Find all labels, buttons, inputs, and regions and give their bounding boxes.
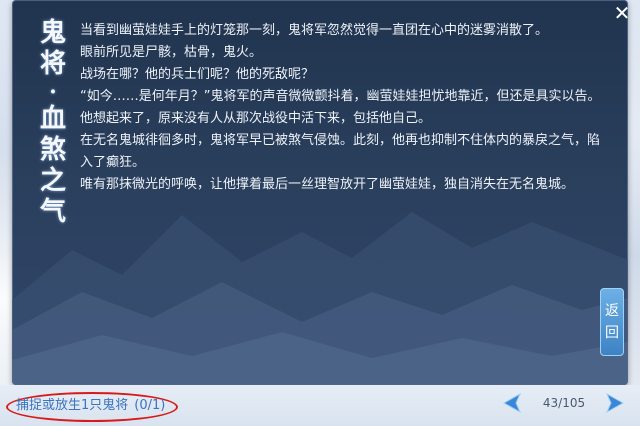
title-char: 气 (39, 197, 66, 227)
close-button[interactable]: ✕ (611, 2, 633, 24)
back-button-label: 回 (605, 325, 619, 341)
title-char: 将 (39, 49, 66, 79)
arrow-left-icon (502, 392, 522, 414)
title-char: 之 (39, 166, 66, 196)
story-paragraph: 唯有那抹微光的呼唤，让他撑着最后一丝理智放开了幽萤娃娃，独自消失在无名鬼城。 (80, 177, 575, 192)
quest-link[interactable]: 捕捉或放生1只鬼将 (0/1) (16, 396, 165, 416)
page-indicator: 43/105 (542, 396, 586, 410)
quest-progress: (0/1) (134, 398, 166, 413)
story-paragraph: 他想起来了，原来没有人从那次战役中活下来，包括他自己。 (80, 111, 432, 126)
back-button[interactable]: 返 回 (600, 288, 624, 356)
back-button-label: 返 (605, 303, 619, 319)
quest-description: 捕捉或放生1只鬼将 (16, 398, 129, 413)
story-paragraph: 战场在哪？他的兵士们呢？他的死敌呢？ (80, 67, 315, 82)
title-char: · (49, 79, 57, 105)
title-char: 血 (39, 104, 66, 134)
story-text: 当看到幽萤娃娃手上的灯笼那一刻，鬼将军忽然觉得一直团在心中的迷雾消散了。 眼前所… (80, 20, 605, 196)
title-char: 煞 (39, 135, 66, 165)
story-paragraph: 在无名鬼城徘徊多时，鬼将军早已被煞气侵蚀。此刻，他再也抑制不住体内的暴戾之气，陷… (80, 133, 601, 170)
story-paragraph: 当看到幽萤娃娃手上的灯笼那一刻，鬼将军忽然觉得一直团在心中的迷雾消散了。 (80, 23, 549, 38)
story-paragraph: “如今……是何年月？”鬼将军的声音微微颤抖着，幽萤娃娃担忧地靠近，但还是具实以告… (80, 89, 601, 104)
next-page-button[interactable] (604, 392, 626, 414)
prev-page-button[interactable] (501, 392, 523, 414)
arrow-right-icon (605, 392, 625, 414)
story-paragraph: 眼前所见是尸骸，枯骨，鬼火。 (80, 45, 263, 60)
close-icon: ✕ (613, 1, 631, 25)
title-char: 鬼 (39, 18, 66, 48)
chapter-title: 鬼 将 · 血 煞 之 气 (34, 18, 72, 228)
story-dialog: 鬼 将 · 血 煞 之 气 当看到幽萤娃娃手上的灯笼那一刻，鬼将军忽然觉得一直团… (12, 0, 628, 385)
